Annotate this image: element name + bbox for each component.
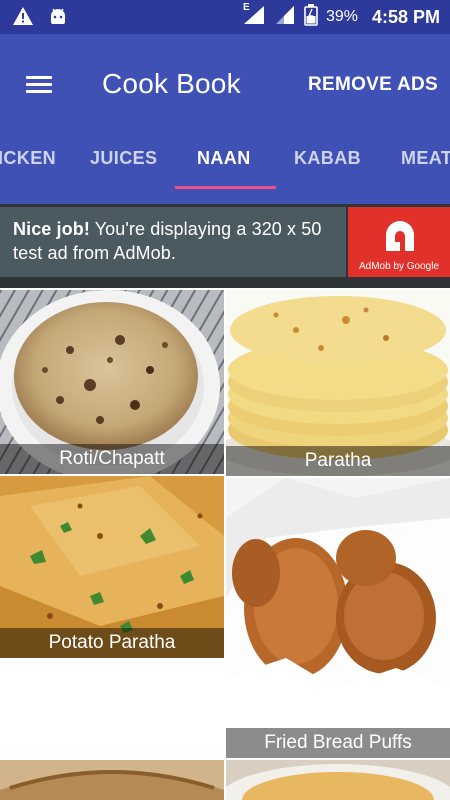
recipe-name: Roti/Chapatt [0, 444, 224, 474]
recipe-card-paratha[interactable]: Paratha [226, 290, 450, 476]
recipe-card-roti[interactable]: Roti/Chapatt [0, 290, 224, 474]
recipe-card-potato-paratha[interactable]: Potato Paratha [0, 476, 224, 658]
fried-bread-puffs-image [226, 478, 450, 758]
signal-icon [274, 4, 296, 31]
recipe-card-6[interactable] [226, 760, 450, 800]
app-bar: Cook Book REMOVE ADS ICKEN JUICES NAAN K… [0, 34, 450, 204]
ad-banner[interactable]: Nice job! You're displaying a 320 x 50 t… [0, 204, 450, 288]
recipe-name: Paratha [226, 446, 450, 476]
app-title: Cook Book [102, 68, 241, 99]
recipe-grid: Roti/Chapatt Paratha Potato Paratha Frie… [0, 290, 450, 800]
plate-image [226, 760, 450, 800]
recipe-card-5[interactable] [0, 760, 224, 800]
tab-chicken[interactable]: ICKEN [0, 148, 56, 169]
admob-logo[interactable]: AdMob by Google [348, 207, 450, 277]
ad-text[interactable]: Nice job! You're displaying a 320 x 50 t… [0, 207, 346, 277]
tab-kabab[interactable]: KABAB [294, 148, 361, 169]
signal-icon: E [242, 1, 266, 31]
clock: 4:58 PM [371, 6, 440, 27]
android-icon [48, 6, 68, 31]
battery-percent: 39% [325, 8, 358, 25]
admob-caption: AdMob by Google [358, 261, 440, 272]
tab-naan[interactable]: NAAN [197, 148, 251, 169]
ad-line1: You're displaying a 320 x 50 [89, 219, 322, 239]
basket-image [0, 760, 224, 800]
recipe-card-fried-bread-puffs[interactable]: Fried Bread Puffs [226, 478, 450, 758]
tab-meat[interactable]: MEAT [401, 148, 450, 169]
status-bar: E 39% 4:58 PM [0, 0, 450, 34]
category-tabs: ICKEN JUICES NAAN KABAB MEAT [0, 134, 450, 190]
ad-headline: Nice job! [13, 219, 90, 239]
recipe-name: Fried Bread Puffs [226, 728, 450, 758]
tab-indicator [175, 186, 276, 189]
ad-line2: test ad from AdMob. [13, 243, 176, 263]
network-type-label: E [242, 1, 250, 13]
battery-icon [304, 3, 318, 31]
menu-icon[interactable] [24, 72, 54, 96]
admob-icon [386, 221, 414, 251]
tab-juices[interactable]: JUICES [90, 148, 157, 169]
warning-icon [12, 6, 34, 31]
remove-ads-button[interactable]: REMOVE ADS [308, 74, 438, 96]
recipe-name: Potato Paratha [0, 628, 224, 658]
